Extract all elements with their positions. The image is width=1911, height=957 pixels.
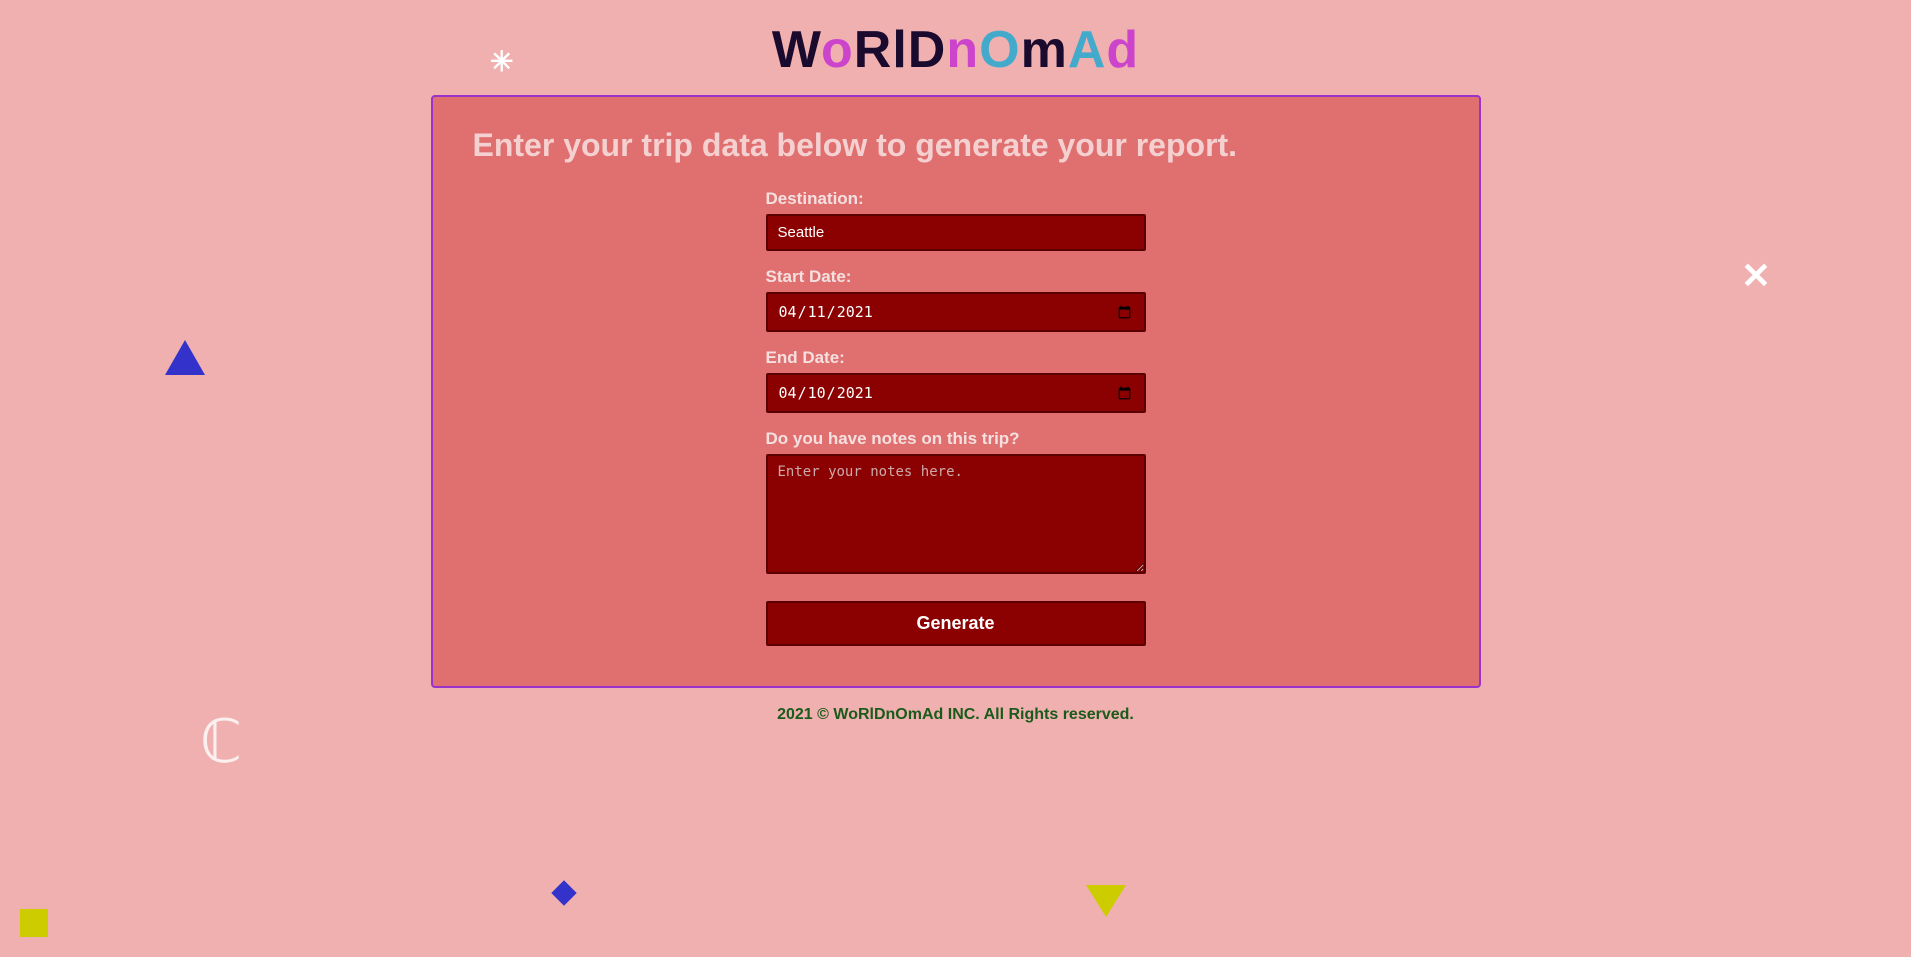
app-logo: WoRlDnOmAd <box>0 20 1911 80</box>
end-date-group: End Date: <box>766 348 1146 413</box>
start-date-group: Start Date: <box>766 267 1146 332</box>
start-date-label: Start Date: <box>766 267 1146 287</box>
end-date-label: End Date: <box>766 348 1146 368</box>
notes-group: Do you have notes on this trip? <box>766 429 1146 579</box>
footer: 2021 © WoRlDnOmAd INC. All Rights reserv… <box>0 688 1911 734</box>
destination-input[interactable] <box>766 214 1146 251</box>
footer-text: 2021 © WoRlDnOmAd INC. All Rights reserv… <box>777 706 1134 723</box>
logo-char-A: A <box>1068 21 1107 79</box>
notes-label: Do you have notes on this trip? <box>766 429 1146 449</box>
triangle-bottom-right-deco <box>1086 885 1126 917</box>
start-date-input[interactable] <box>766 292 1146 332</box>
main-card: Enter your trip data below to generate y… <box>431 95 1481 688</box>
logo-char-l: l <box>892 21 907 79</box>
logo-char-n: n <box>946 21 979 79</box>
form-container: Destination: Start Date: End Date: Do yo… <box>473 189 1439 646</box>
end-date-input[interactable] <box>766 373 1146 413</box>
logo-char-d: D <box>908 21 947 79</box>
diamond-deco <box>551 880 576 905</box>
x-deco: ✕ <box>1741 255 1771 297</box>
destination-label: Destination: <box>766 189 1146 209</box>
logo-char-o: o <box>821 21 854 79</box>
destination-group: Destination: <box>766 189 1146 251</box>
triangle-left-deco <box>165 340 205 375</box>
card-title: Enter your trip data below to generate y… <box>473 127 1439 164</box>
header: WoRlDnOmAd <box>0 0 1911 95</box>
logo-char-m: m <box>1021 21 1068 79</box>
logo-char-r: R <box>854 21 893 79</box>
square-deco <box>20 909 48 937</box>
logo-char-bigO: O <box>979 21 1020 79</box>
logo-char-w: W <box>772 21 821 79</box>
generate-button[interactable]: Generate <box>766 601 1146 646</box>
notes-textarea[interactable] <box>766 454 1146 574</box>
logo-char-d2: d <box>1106 21 1139 79</box>
